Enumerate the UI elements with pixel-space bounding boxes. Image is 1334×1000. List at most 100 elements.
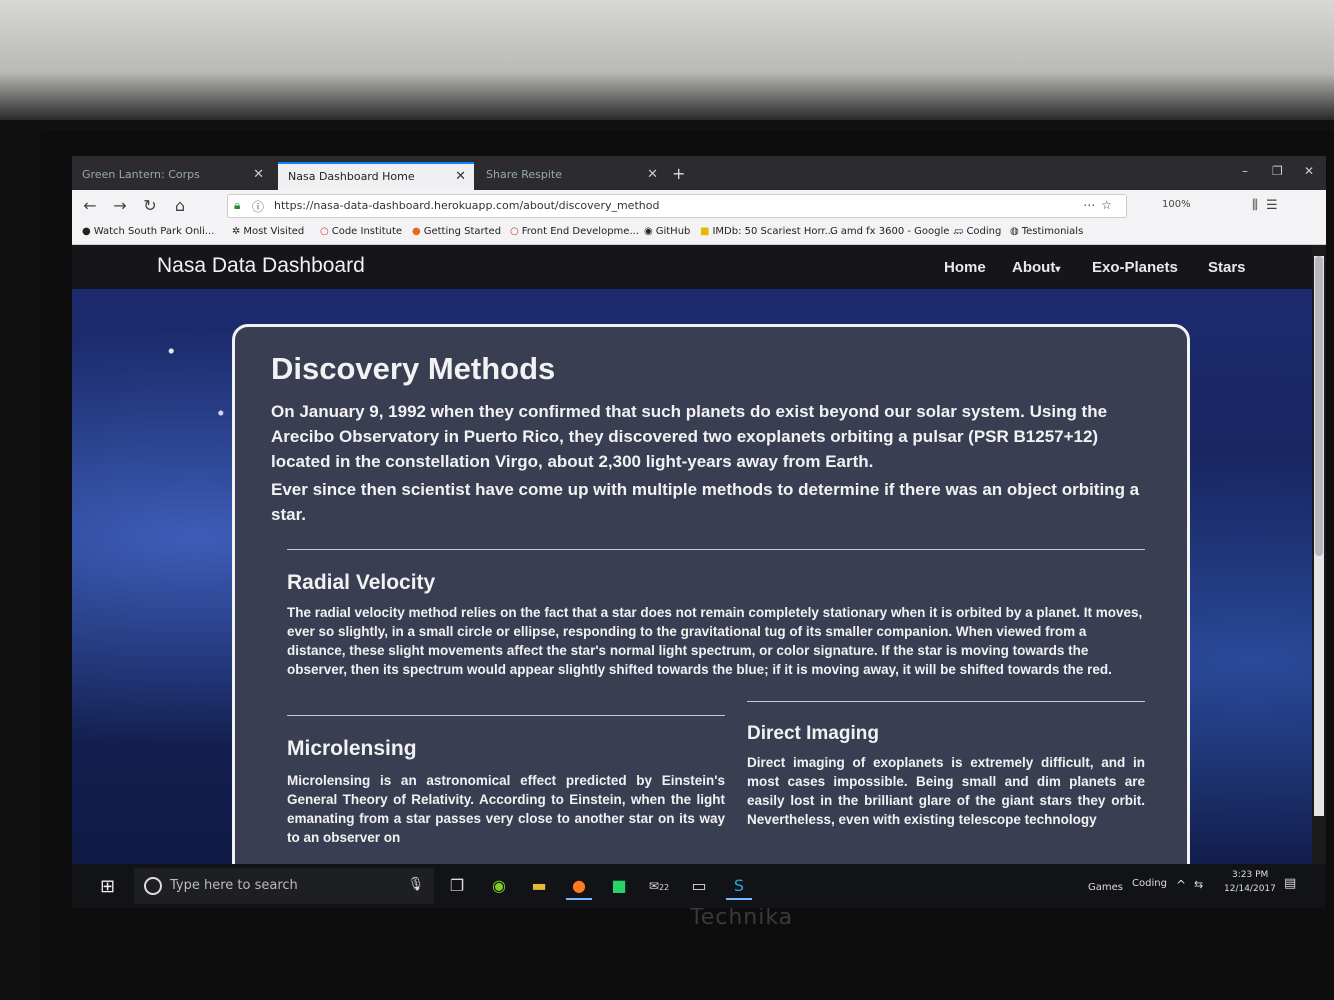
site-navbar: Nasa Data Dashboard Home About▾ Exo-Plan… bbox=[72, 245, 1312, 289]
intro-paragraph-2: Ever since then scientist have come up w… bbox=[271, 480, 1140, 524]
taskbar-search[interactable]: Type here to search 🎙︎ bbox=[134, 868, 434, 904]
monitor-brand: Technika bbox=[690, 905, 794, 930]
scroll-thumb[interactable] bbox=[1315, 256, 1323, 556]
discovery-card: Discovery Methods On January 9, 1992 whe… bbox=[232, 324, 1190, 908]
taskbar: ⊞ Type here to search 🎙︎ ❐ ◉ ▬ ● ■ ✉22 ▭… bbox=[72, 864, 1326, 908]
intro-paragraph: On January 9, 1992 when they confirmed t… bbox=[271, 402, 1108, 471]
firefox-icon: ● bbox=[412, 226, 421, 237]
page-scrollbar[interactable] bbox=[1314, 256, 1324, 816]
url-text: https://nasa-data-dashboard.herokuapp.co… bbox=[274, 199, 660, 212]
page-actions-icon[interactable]: ⋯☆ bbox=[1083, 198, 1118, 212]
direct-imaging-text: Direct imaging of exoplanets is extremel… bbox=[747, 755, 1145, 827]
bookmark-label: amd fx 3600 - Google ... bbox=[840, 226, 963, 237]
nav-stars[interactable]: Stars bbox=[1208, 259, 1246, 276]
pycharm-icon[interactable]: ■ bbox=[606, 874, 632, 898]
app-icon-green[interactable]: ◉ bbox=[486, 874, 512, 898]
task-view-icon[interactable]: ❐ bbox=[444, 874, 470, 898]
file-explorer-icon[interactable]: ▬ bbox=[526, 874, 552, 898]
radial-velocity-title: Radial Velocity bbox=[287, 571, 436, 594]
mail-icon[interactable]: ✉22 bbox=[646, 874, 672, 898]
clock-date[interactable]: 12/14/2017 bbox=[1224, 884, 1276, 894]
firefox-icon[interactable]: ● bbox=[566, 874, 592, 900]
divider bbox=[287, 715, 725, 716]
bookmark-item[interactable]: ■ IMDb: 50 Scariest Horr... bbox=[700, 226, 834, 237]
imdb-icon: ■ bbox=[700, 226, 710, 237]
cortana-icon bbox=[144, 877, 162, 895]
close-icon[interactable]: ✕ bbox=[455, 169, 466, 184]
close-window-icon[interactable]: ✕ bbox=[1304, 164, 1314, 178]
tab-label: Share Respite bbox=[486, 168, 563, 181]
tray-chevron-icon[interactable]: ^ bbox=[1176, 878, 1186, 892]
microlensing-text: Microlensing is an astronomical effect p… bbox=[287, 773, 725, 845]
close-icon[interactable]: ✕ bbox=[647, 167, 658, 182]
zoom-level[interactable]: 100% bbox=[1162, 199, 1191, 210]
bookmark-item[interactable]: Gamd fx 3600 - Google ... bbox=[830, 226, 962, 237]
bookmark-label: Most Visited bbox=[243, 226, 305, 237]
bookmark-item[interactable]: ◍ Testimonials bbox=[1010, 226, 1083, 237]
close-icon[interactable]: ✕ bbox=[253, 167, 264, 182]
bookmark-label: Front End Developme... bbox=[521, 226, 639, 237]
direct-imaging-title: Direct Imaging bbox=[747, 723, 879, 744]
globe-icon: ◍ bbox=[1010, 226, 1019, 237]
tab-green-lantern[interactable]: Green Lantern: Corps ✕ bbox=[72, 162, 272, 190]
tray-games[interactable]: Games bbox=[1088, 882, 1123, 893]
network-icon[interactable]: ⇆ bbox=[1194, 878, 1203, 891]
background-wall bbox=[0, 0, 1334, 120]
new-tab-icon[interactable]: + bbox=[672, 164, 685, 183]
nav-exo-planets[interactable]: Exo-Planets bbox=[1092, 259, 1178, 276]
folder-icon: ▭ bbox=[954, 226, 964, 237]
info-icon[interactable]: ⓘ bbox=[252, 198, 264, 215]
bookmark-item[interactable]: ○ Front End Developme... bbox=[510, 226, 639, 237]
bookmark-item[interactable]: ▭ Coding bbox=[954, 226, 1001, 237]
screen: Green Lantern: Corps ✕ Nasa Dashboard Ho… bbox=[72, 156, 1326, 908]
forward-icon[interactable]: → bbox=[108, 195, 132, 217]
bookmark-item[interactable]: ● Watch South Park Onli... bbox=[82, 226, 214, 237]
github-icon: ◉ bbox=[644, 226, 653, 237]
bookmark-item[interactable]: ○ Code Institute bbox=[320, 226, 402, 237]
minimize-icon[interactable]: – bbox=[1242, 164, 1248, 178]
search-placeholder: Type here to search bbox=[170, 878, 298, 893]
tab-nasa-dashboard[interactable]: Nasa Dashboard Home ✕ bbox=[278, 162, 474, 190]
nav-home[interactable]: Home bbox=[944, 259, 986, 276]
tab-label: Green Lantern: Corps bbox=[82, 168, 200, 181]
tab-label: Nasa Dashboard Home bbox=[288, 170, 415, 183]
bookmark-label: Watch South Park Onli... bbox=[93, 226, 215, 237]
tray-coding[interactable]: Coding bbox=[1132, 878, 1167, 889]
nav-about-label: About bbox=[1012, 259, 1056, 276]
divider bbox=[747, 701, 1145, 702]
site-brand[interactable]: Nasa Data Dashboard bbox=[157, 254, 365, 278]
page-title: Discovery Methods bbox=[271, 351, 556, 386]
skype-icon[interactable]: S bbox=[726, 874, 752, 900]
window-icon[interactable]: ▭ bbox=[686, 874, 712, 898]
address-bar[interactable]: 🔒︎ ⓘ https://nasa-data-dashboard.herokua… bbox=[227, 194, 1127, 218]
opera-icon: ○ bbox=[510, 226, 519, 237]
reload-icon[interactable]: ↻ bbox=[138, 195, 162, 217]
opera-icon: ○ bbox=[320, 226, 329, 237]
bookmark-label: Getting Started bbox=[423, 226, 502, 237]
bookmark-item[interactable]: ◉ GitHub bbox=[644, 226, 690, 237]
home-icon[interactable]: ⌂ bbox=[168, 195, 192, 217]
windows-start-icon[interactable]: ⊞ bbox=[100, 876, 115, 897]
browser-toolbar: ← → ↻ ⌂ 🔒︎ ⓘ https://nasa-data-dashboard… bbox=[72, 190, 1326, 222]
google-icon: G bbox=[830, 226, 838, 237]
notifications-icon[interactable]: ▤ bbox=[1284, 876, 1296, 891]
bookmark-label: Coding bbox=[966, 226, 1002, 237]
tab-bar: Green Lantern: Corps ✕ Nasa Dashboard Ho… bbox=[72, 156, 1326, 190]
divider bbox=[287, 549, 1145, 550]
microphone-icon[interactable]: 🎙︎ bbox=[407, 877, 424, 892]
bookmark-label: IMDb: 50 Scariest Horr... bbox=[712, 226, 835, 237]
library-icon[interactable]: ⫼☰ bbox=[1252, 198, 1286, 213]
gear-icon: ✲ bbox=[232, 226, 241, 237]
bookmark-item[interactable]: ● Getting Started bbox=[412, 226, 501, 237]
clock-time[interactable]: 3:23 PM bbox=[1232, 870, 1268, 880]
nav-about[interactable]: About▾ bbox=[1012, 259, 1060, 276]
bookmark-label: GitHub bbox=[655, 226, 691, 237]
mail-badge: 22 bbox=[658, 883, 670, 892]
microlensing-title: Microlensing bbox=[287, 737, 417, 760]
bookmark-item[interactable]: ✲ Most Visited bbox=[232, 226, 304, 237]
back-icon[interactable]: ← bbox=[78, 195, 102, 217]
caret-down-icon: ▾ bbox=[1055, 264, 1061, 275]
tab-share-respite[interactable]: Share Respite ✕ bbox=[476, 162, 666, 190]
southpark-icon: ● bbox=[82, 226, 91, 237]
restore-icon[interactable]: ❐ bbox=[1272, 164, 1283, 178]
